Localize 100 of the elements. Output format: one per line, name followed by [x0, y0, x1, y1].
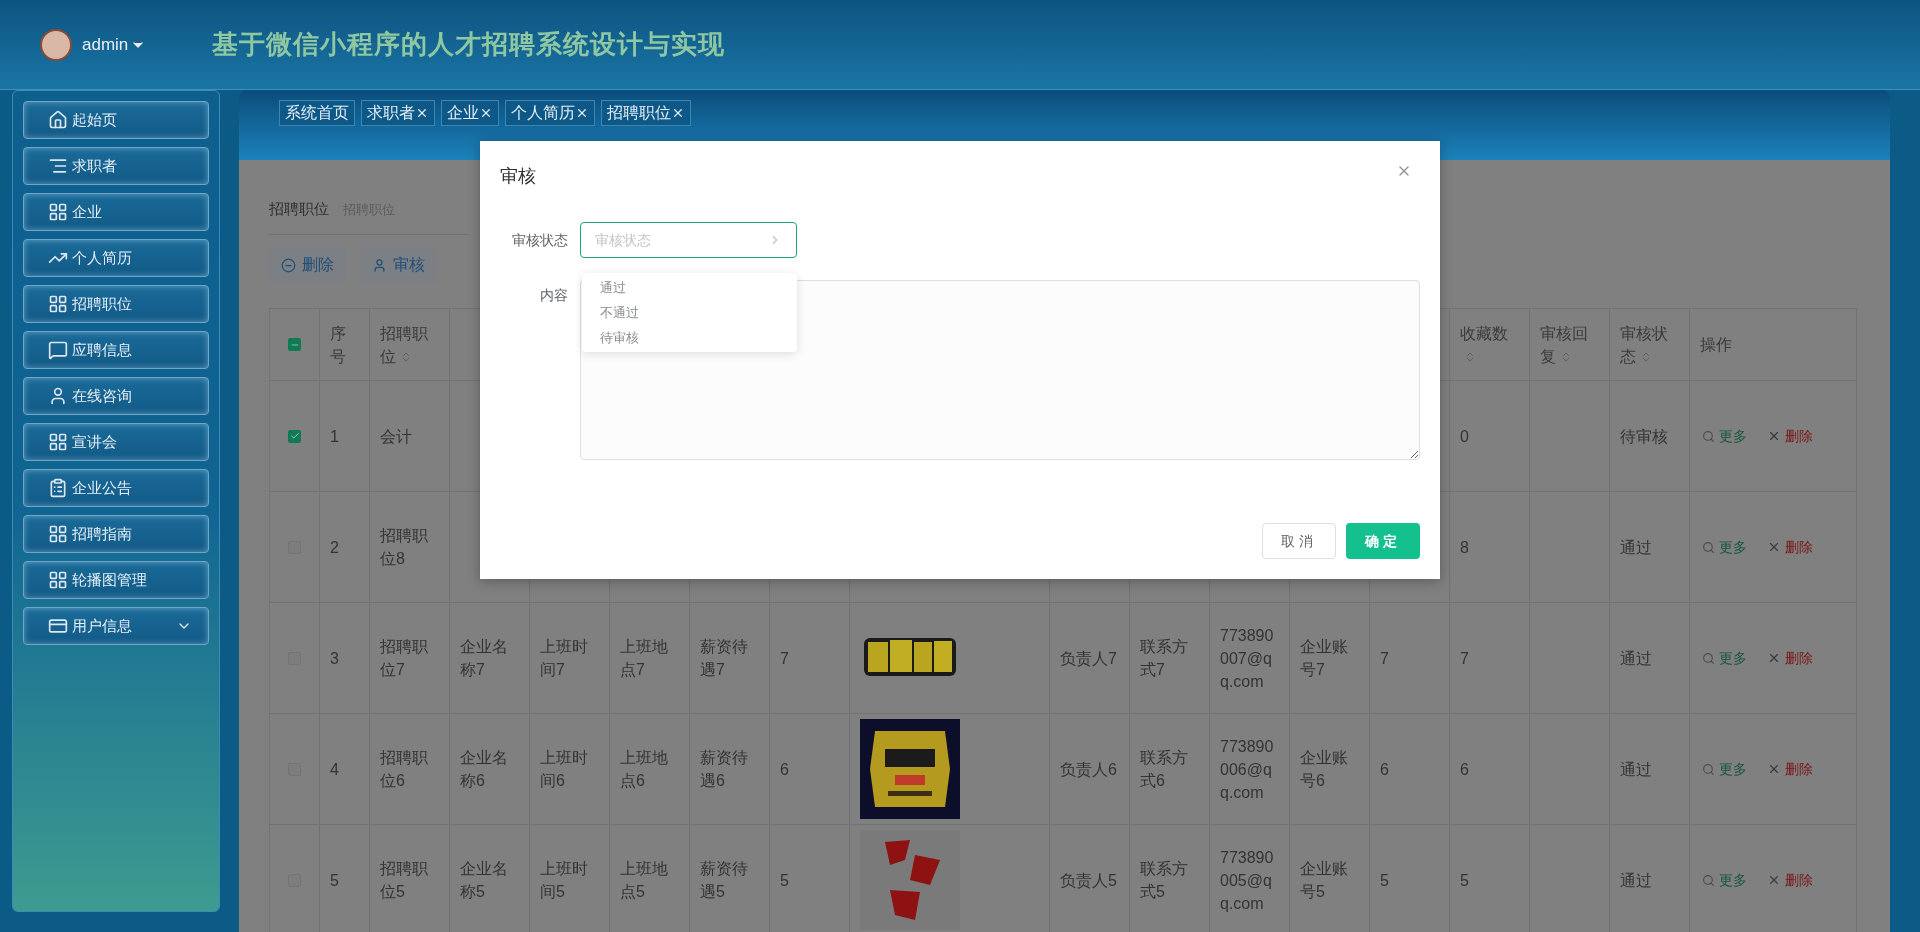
sidebar-item[interactable]: 招聘职位	[23, 285, 209, 323]
table-cell-text: 5	[780, 870, 789, 891]
card-icon	[48, 616, 68, 636]
sort-icon[interactable]	[1464, 351, 1476, 364]
review-button[interactable]: 审核	[360, 247, 437, 283]
table-cell-text: 7	[1380, 648, 1389, 669]
table-cell-text: 负责人7	[1060, 648, 1117, 669]
sort-icon[interactable]	[400, 351, 412, 364]
more-link[interactable]: 更多	[1702, 536, 1747, 558]
sidebar-item[interactable]: 应聘信息	[23, 331, 209, 369]
close-icon	[1767, 429, 1781, 443]
column-header[interactable]: 收藏数	[1460, 321, 1519, 368]
close-icon[interactable]	[575, 106, 589, 120]
delete-button[interactable]: 删除	[269, 247, 346, 283]
table-cell-text: 通过	[1620, 648, 1652, 669]
dropdown-option[interactable]: 待审核	[582, 325, 797, 350]
table-cell-text: 6	[1380, 759, 1389, 780]
grid-icon	[48, 570, 68, 590]
table-cell-text: 5	[1380, 870, 1389, 891]
status-select[interactable]: 审核状态	[580, 222, 797, 258]
close-icon	[1767, 762, 1781, 776]
tab[interactable]: 企业	[441, 100, 499, 126]
column-header: 操作	[1700, 335, 1732, 355]
table-cell-text: 1	[330, 426, 339, 447]
close-icon	[1767, 651, 1781, 665]
person-icon	[372, 257, 387, 273]
tab[interactable]: 系统首页	[279, 100, 355, 126]
sort-icon[interactable]	[1640, 351, 1652, 364]
sidebar-item[interactable]: 用户信息	[23, 607, 209, 645]
table-cell-text: 6	[780, 759, 789, 780]
search-icon	[1702, 540, 1715, 554]
table-cell-text: 企业账号6	[1300, 748, 1349, 791]
close-icon	[1767, 540, 1781, 554]
sidebar-item[interactable]: 企业公告	[23, 469, 209, 507]
chat-icon	[48, 340, 68, 360]
tab[interactable]: 招聘职位	[601, 100, 691, 126]
close-icon[interactable]	[671, 106, 685, 120]
sidebar-item[interactable]: 个人简历	[23, 239, 209, 277]
table-cell-text: 招聘职位7	[380, 637, 429, 680]
sidebar-item[interactable]: 求职者	[23, 147, 209, 185]
user-name[interactable]: admin	[82, 31, 129, 58]
confirm-button[interactable]: 确定	[1346, 523, 1420, 559]
dropdown-option[interactable]: 不通过	[582, 300, 797, 325]
check-icon	[289, 431, 300, 441]
delete-link[interactable]: 删除	[1767, 536, 1813, 558]
table-cell-text: 联系方式7	[1140, 637, 1189, 680]
column-header[interactable]: 审核状态	[1620, 321, 1679, 368]
table-cell-text: 3	[330, 648, 339, 669]
search-icon	[1702, 651, 1715, 665]
table-cell-text: 上班时间6	[540, 748, 589, 791]
table-cell-text: 上班时间7	[540, 637, 589, 680]
sidebar-item[interactable]: 招聘指南	[23, 515, 209, 553]
table-cell-text: 6	[1460, 759, 1469, 780]
row-checkbox[interactable]	[288, 429, 301, 443]
column-header[interactable]: 审核回复	[1540, 321, 1599, 368]
table-cell-text: 通过	[1620, 759, 1652, 780]
search-icon	[1702, 873, 1715, 887]
table-cell-text: 招聘职位8	[380, 526, 429, 569]
table-cell-text: 上班地点7	[620, 637, 669, 680]
sidebar-item[interactable]: 在线咨询	[23, 377, 209, 415]
delete-link[interactable]: 删除	[1767, 869, 1813, 891]
table-cell-text: 773890005@qq.com	[1220, 847, 1275, 914]
search-icon	[1702, 762, 1715, 776]
column-header[interactable]: 招聘职位	[380, 321, 439, 368]
table-cell-text: 负责人5	[1060, 870, 1117, 891]
sidebar-item[interactable]: 企业	[23, 193, 209, 231]
tab[interactable]: 个人简历	[505, 100, 595, 126]
grid-icon	[48, 524, 68, 544]
person-icon	[48, 386, 68, 406]
delete-link[interactable]: 删除	[1767, 758, 1813, 780]
clipboard-icon	[48, 478, 68, 498]
field-label: 审核状态	[511, 231, 569, 250]
table-cell-text: 招聘职位5	[380, 859, 429, 902]
delete-link[interactable]: 删除	[1767, 647, 1813, 669]
minus-icon	[281, 257, 296, 273]
close-icon[interactable]	[479, 106, 493, 120]
table-cell-text: 招聘职位6	[380, 748, 429, 791]
close-icon	[1767, 873, 1781, 887]
table-cell-text: 负责人6	[1060, 759, 1117, 780]
select-all-checkbox[interactable]	[288, 338, 301, 351]
avatar[interactable]	[40, 28, 72, 61]
table-cell-text: 企业名称5	[460, 859, 509, 902]
more-link[interactable]: 更多	[1702, 758, 1747, 780]
table-cell-text: 企业账号5	[1300, 859, 1349, 902]
sidebar-item[interactable]: 起始页	[23, 101, 209, 139]
cancel-button[interactable]: 取消	[1262, 523, 1336, 559]
more-link[interactable]: 更多	[1702, 869, 1747, 891]
tab[interactable]: 求职者	[361, 100, 435, 126]
dropdown-option[interactable]: 通过	[582, 275, 797, 300]
close-icon[interactable]	[415, 106, 429, 120]
field-label: 内容	[539, 286, 569, 305]
delete-link[interactable]: 删除	[1767, 425, 1813, 447]
sort-icon[interactable]	[1560, 351, 1572, 364]
table-cell-text: 联系方式6	[1140, 748, 1189, 791]
table-cell-text: 薪资待遇7	[700, 637, 749, 680]
sidebar-item[interactable]: 轮播图管理	[23, 561, 209, 599]
more-link[interactable]: 更多	[1702, 647, 1747, 669]
sidebar-item[interactable]: 宣讲会	[23, 423, 209, 461]
table-cell-text: 5	[330, 870, 339, 891]
more-link[interactable]: 更多	[1702, 425, 1747, 447]
